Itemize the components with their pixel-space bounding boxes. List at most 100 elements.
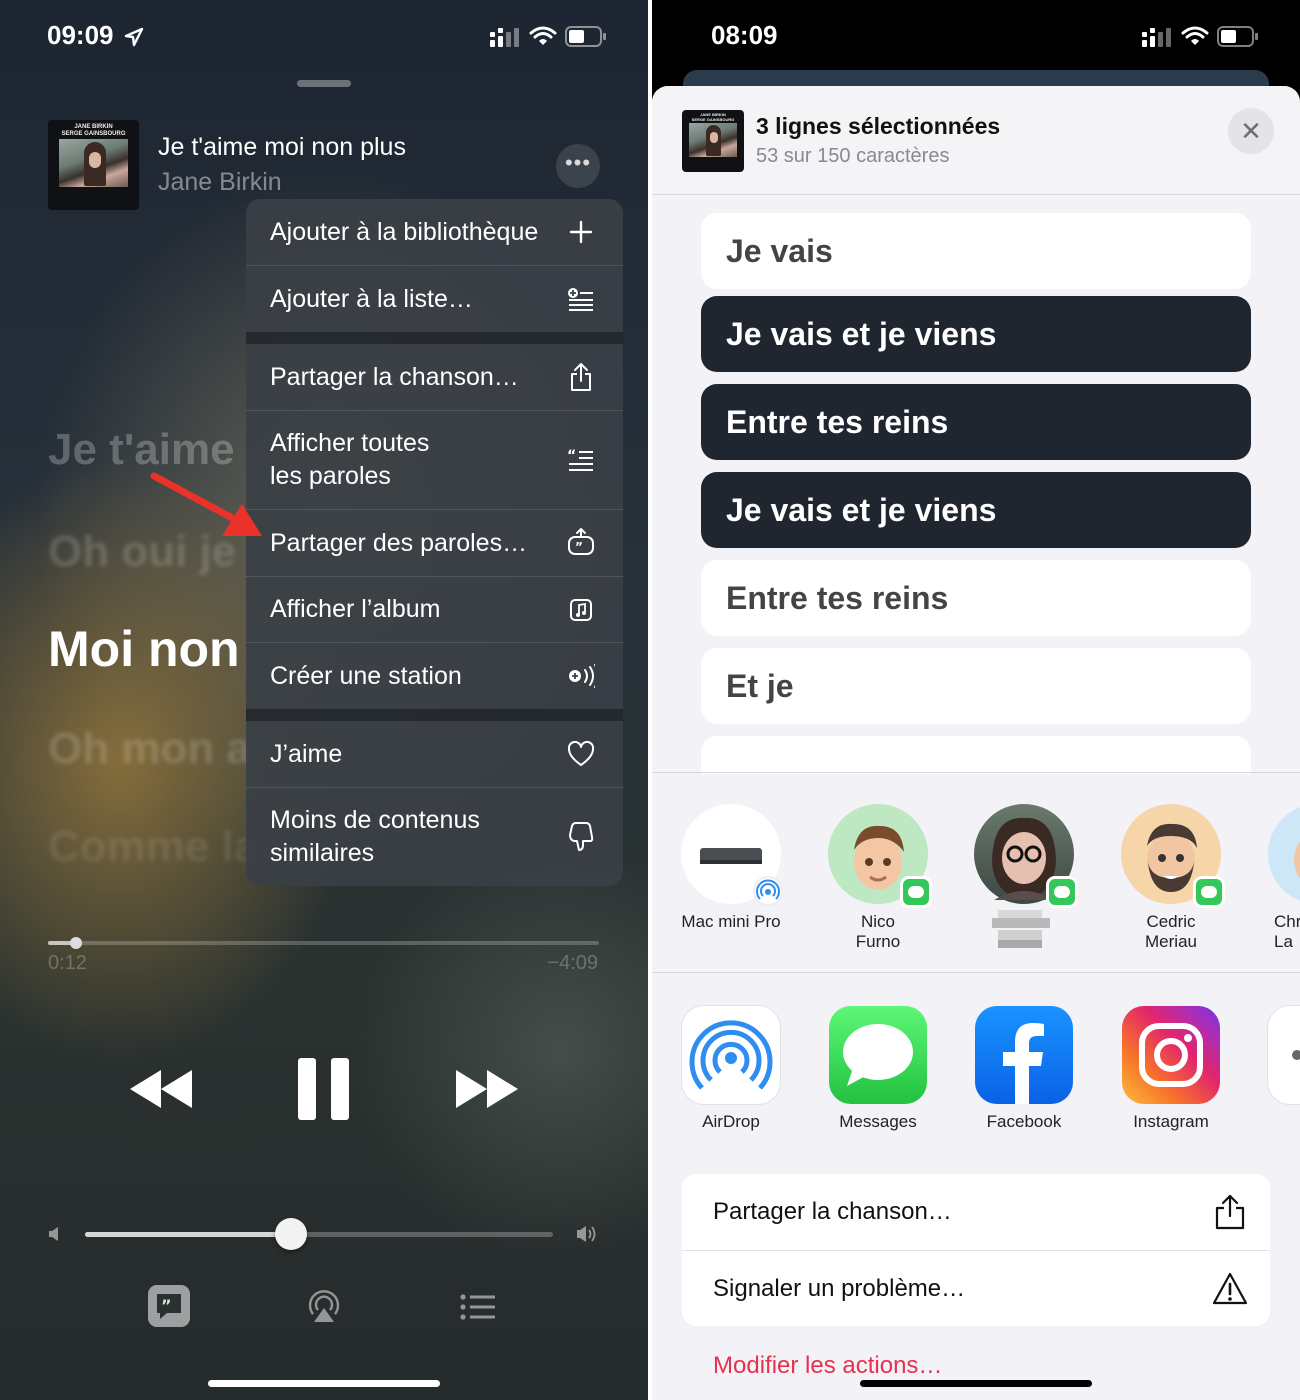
share-lyrics-icon: ” bbox=[567, 527, 595, 557]
plus-icon bbox=[567, 218, 595, 246]
wifi-icon bbox=[529, 26, 557, 45]
lyric-line[interactable]: Je t'aime bbox=[48, 425, 235, 475]
cellular-signal-icon bbox=[1142, 28, 1171, 47]
airplay-audio-icon[interactable] bbox=[305, 1288, 343, 1324]
memoji-avatar bbox=[1268, 804, 1300, 904]
action-share-song[interactable]: Partager la chanson… bbox=[682, 1174, 1270, 1250]
rewind-icon[interactable] bbox=[128, 1068, 194, 1110]
edit-actions-link[interactable]: Modifier les actions… bbox=[713, 1352, 942, 1380]
messages-badge-icon bbox=[1193, 876, 1225, 908]
share-sheet: JANE BIRKIN SERGE GAINSBOURG 3 lignes sé… bbox=[652, 86, 1300, 1400]
menu-item-create-station[interactable]: Créer une station bbox=[246, 643, 623, 709]
warning-icon bbox=[1212, 1272, 1248, 1305]
close-button[interactable]: ✕ bbox=[1228, 108, 1274, 154]
share-icon bbox=[1215, 1194, 1245, 1230]
lyric-line-option[interactable]: Entre tes reins bbox=[701, 560, 1251, 636]
facebook-icon bbox=[975, 1006, 1073, 1104]
menu-item-share-lyrics[interactable]: Partager des paroles… ” bbox=[246, 510, 623, 576]
share-sheet-subtitle: 53 sur 150 caractères bbox=[756, 145, 950, 167]
menu-item-add-to-playlist[interactable]: Ajouter à la liste… bbox=[246, 266, 623, 332]
menu-item-suggest-less[interactable]: Moins de contenus similaires bbox=[246, 788, 623, 886]
menu-item-label: Ajouter à la bibliothèque bbox=[270, 217, 539, 246]
airdrop-badge-icon bbox=[753, 876, 783, 906]
photo-avatar bbox=[974, 804, 1078, 908]
lyric-lines-list: Je vais Je vais et je viens Entre tes re… bbox=[652, 196, 1300, 774]
share-lyrics-screen: 08:09 JANE BIRKIN SERGE GAINSBOURG 3 lig… bbox=[652, 0, 1300, 1400]
add-to-list-icon bbox=[567, 285, 595, 313]
lyrics-button-icon[interactable]: ” bbox=[147, 1284, 191, 1328]
status-time: 08:09 bbox=[711, 20, 778, 50]
app-more-partial[interactable] bbox=[1268, 1006, 1300, 1104]
station-icon bbox=[567, 662, 595, 690]
share-sheet-header: JANE BIRKIN SERGE GAINSBOURG 3 lignes sé… bbox=[652, 86, 1300, 195]
lyric-line[interactable]: Comme la bbox=[48, 822, 258, 872]
menu-item-add-to-library[interactable]: Ajouter à la bibliothèque bbox=[246, 199, 623, 265]
menu-item-label: Partager la chanson… bbox=[270, 362, 519, 391]
queue-list-icon[interactable] bbox=[460, 1293, 496, 1321]
menu-item-show-all-lyrics[interactable]: Afficher toutes les paroles “ bbox=[246, 411, 623, 509]
lyric-line[interactable]: Oh mon a bbox=[48, 724, 251, 774]
album-cover[interactable]: JANE BIRKIN SERGE GAINSBOURG bbox=[48, 120, 139, 210]
battery-icon bbox=[565, 26, 606, 47]
menu-item-love[interactable]: J’aime bbox=[246, 721, 623, 787]
menu-item-label: Moins de contenus similaires bbox=[270, 806, 480, 867]
action-report-problem[interactable]: Signaler un problème… bbox=[682, 1251, 1270, 1326]
menu-item-share-song[interactable]: Partager la chanson… bbox=[246, 344, 623, 410]
progress-track[interactable] bbox=[48, 941, 599, 945]
location-arrow-icon bbox=[124, 27, 144, 47]
menu-item-label: Afficher l’album bbox=[270, 595, 441, 623]
action-label: Signaler un problème… bbox=[713, 1275, 966, 1302]
contact-name: Mac mini Pro bbox=[681, 912, 781, 931]
lyric-line-option-selected[interactable]: Je vais et je viens bbox=[701, 296, 1251, 372]
svg-text:”: ” bbox=[161, 1296, 172, 1315]
menu-item-label: J’aime bbox=[270, 739, 343, 768]
app-facebook[interactable]: Facebook bbox=[974, 1006, 1074, 1132]
contact-nico-furno[interactable]: Nico Furno bbox=[828, 804, 932, 952]
divider bbox=[652, 972, 1300, 973]
lyric-line-option[interactable]: Et je bbox=[701, 648, 1251, 724]
share-icon bbox=[567, 363, 595, 391]
volume-fill bbox=[85, 1232, 291, 1237]
lyrics-list-icon: “ bbox=[567, 446, 595, 474]
action-label: Partager la chanson… bbox=[713, 1198, 952, 1225]
contact-redacted[interactable] bbox=[974, 804, 1078, 955]
lyric-line-option-selected[interactable]: Entre tes reins bbox=[701, 384, 1251, 460]
song-title: Je t'aime moi non plus bbox=[158, 133, 406, 161]
divider bbox=[652, 772, 1300, 773]
contact-partial[interactable]: Chr La bbox=[1268, 804, 1300, 952]
album-cover-text: JANE BIRKIN SERGE GAINSBOURG bbox=[61, 124, 126, 137]
pause-icon[interactable] bbox=[298, 1058, 350, 1120]
menu-item-label: Ajouter à la liste… bbox=[270, 284, 473, 313]
home-indicator[interactable] bbox=[208, 1380, 440, 1387]
status-time: 09:09 bbox=[47, 20, 114, 50]
menu-item-show-album[interactable]: Afficher l’album bbox=[246, 577, 623, 642]
messages-badge-icon bbox=[900, 876, 932, 908]
app-airdrop[interactable]: AirDrop bbox=[681, 1006, 781, 1132]
app-instagram[interactable]: Instagram bbox=[1121, 1006, 1221, 1132]
progress-knob[interactable] bbox=[69, 937, 82, 949]
more-button[interactable]: ••• bbox=[556, 144, 600, 188]
lyric-line-option[interactable] bbox=[701, 736, 1251, 774]
music-player-screen: 09:09 JANE BIRKIN SERGE GAINSBOURG Je t'… bbox=[0, 0, 648, 1400]
contact-cedric-meriau[interactable]: Cedric Meriau bbox=[1121, 804, 1225, 952]
app-label: Facebook bbox=[986, 1112, 1062, 1131]
heart-icon bbox=[567, 740, 595, 768]
volume-knob[interactable] bbox=[274, 1218, 307, 1250]
sheet-grabber[interactable] bbox=[297, 80, 351, 87]
lyric-line-option[interactable]: Je vais bbox=[701, 213, 1251, 289]
app-label: Instagram bbox=[1133, 1112, 1209, 1131]
contact-mac-mini[interactable]: Mac mini Pro bbox=[681, 804, 783, 932]
app-messages[interactable]: Messages bbox=[828, 1006, 928, 1132]
svg-text:“: “ bbox=[567, 448, 576, 464]
fast-forward-icon[interactable] bbox=[454, 1068, 520, 1110]
app-label: AirDrop bbox=[702, 1112, 760, 1131]
app-label: Messages bbox=[839, 1112, 917, 1131]
album-icon bbox=[567, 596, 595, 624]
home-indicator[interactable] bbox=[860, 1380, 1092, 1387]
song-artist[interactable]: Jane Birkin bbox=[158, 168, 282, 197]
lyric-current-line[interactable]: Moi non bbox=[48, 620, 240, 678]
instagram-icon bbox=[1122, 1006, 1220, 1104]
lyric-line-option-selected[interactable]: Je vais et je viens bbox=[701, 472, 1251, 548]
contact-name: Cedric Meriau bbox=[1145, 912, 1197, 951]
messages-badge-icon bbox=[1046, 876, 1078, 908]
